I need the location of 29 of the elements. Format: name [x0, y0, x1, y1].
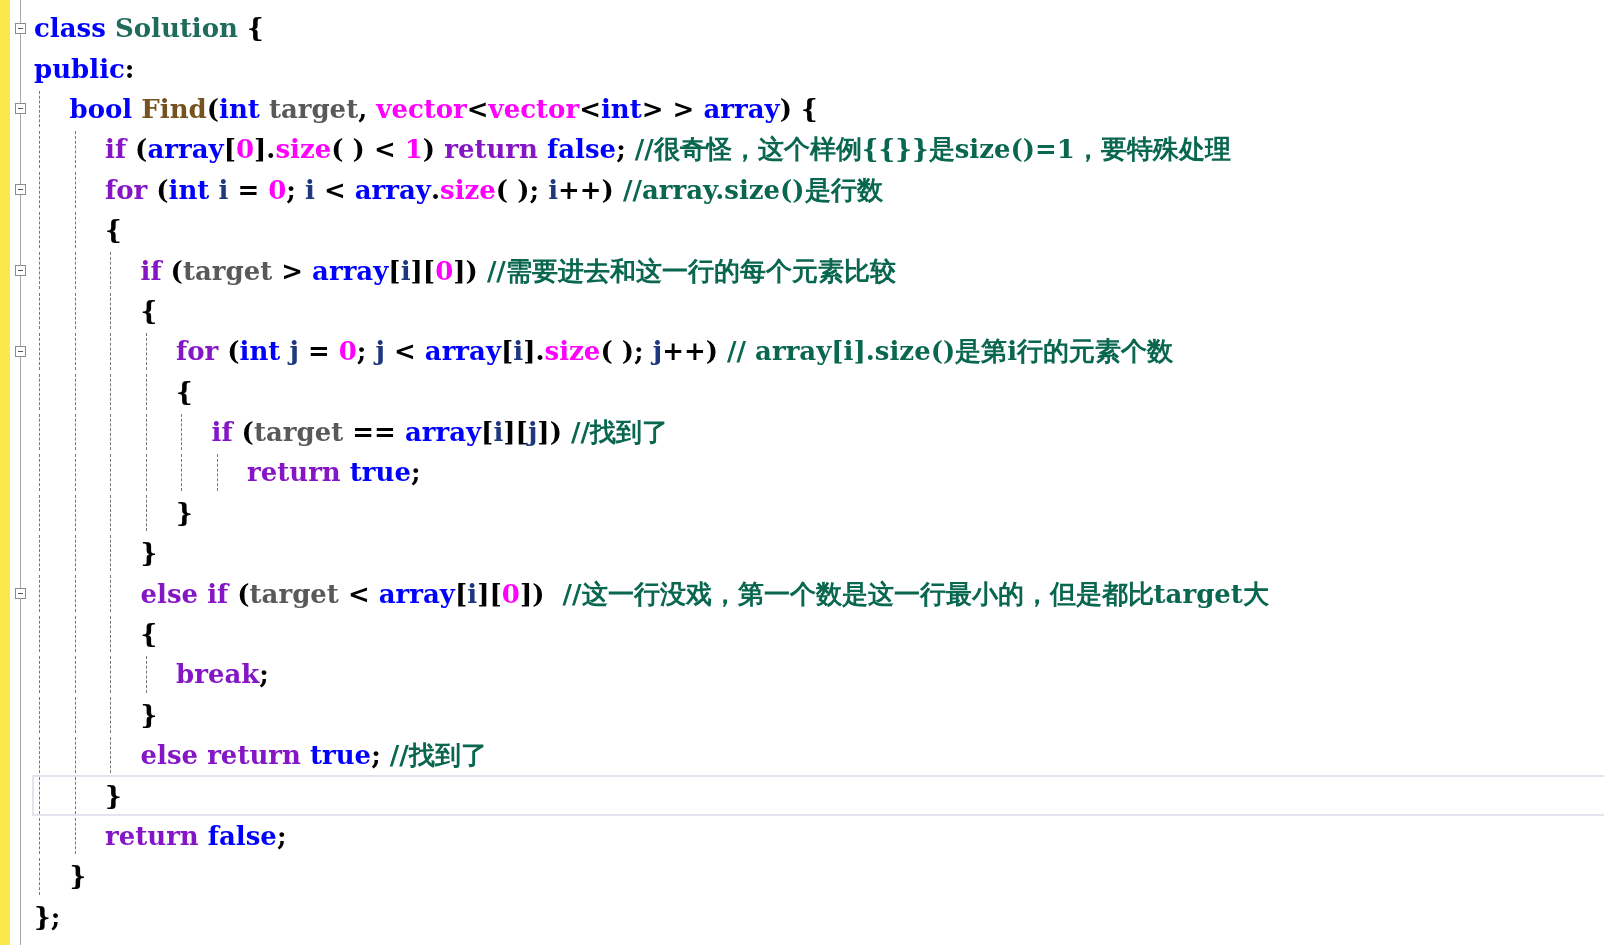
- code-line: return false;: [32, 815, 1604, 857]
- collapse-minus-icon[interactable]: [15, 103, 26, 115]
- code-line: }: [32, 492, 1604, 534]
- collapse-minus-icon[interactable]: [15, 265, 26, 277]
- code-line: break;: [32, 654, 1604, 695]
- code-line: {: [32, 290, 1604, 332]
- code-line: };: [33, 900, 62, 934]
- code-line: }: [32, 856, 1604, 897]
- code-line: }: [32, 775, 1604, 816]
- code-line: {: [32, 371, 1604, 412]
- code-line: if (target > array[i][0]) //需要进去和这一行的每个元素比较: [32, 250, 1604, 291]
- collapse-minus-icon[interactable]: [15, 22, 26, 34]
- collapse-minus-icon[interactable]: [15, 345, 26, 357]
- code-line: return true;: [32, 452, 1604, 493]
- collapse-minus-icon[interactable]: [15, 588, 26, 600]
- code-line: if (target == array[i][j]) //找到了: [32, 411, 1604, 453]
- code-line: public:: [33, 52, 136, 86]
- code-line: for (int j = 0; j < array[i].size( ); j++) // array[i].size()是第i行的元素个数: [32, 331, 1604, 372]
- code-line: for (int i = 0; i < array.size( ); i++) //array.size()是行数: [32, 169, 1604, 210]
- code-line: {: [32, 209, 1604, 251]
- code-line: if (array[0].size( ) < 1) return false; //很奇怪，这个样例{{}}是size()=1，要特殊处理: [32, 129, 1604, 170]
- code-line: class Solution {: [33, 12, 265, 46]
- code-line: else return true; //找到了: [32, 735, 1604, 776]
- collapse-minus-icon[interactable]: [15, 184, 26, 196]
- code-line: {: [32, 613, 1604, 655]
- code-line: }: [32, 533, 1604, 574]
- code-line: else if (target < array[i][0]) //这一行没戏，第一个数是这一行最小的，但是都比target大: [32, 573, 1604, 614]
- code-line: }: [32, 694, 1604, 736]
- code-line: bool Find(int target, vector<vector<int> > array) {: [32, 88, 1604, 130]
